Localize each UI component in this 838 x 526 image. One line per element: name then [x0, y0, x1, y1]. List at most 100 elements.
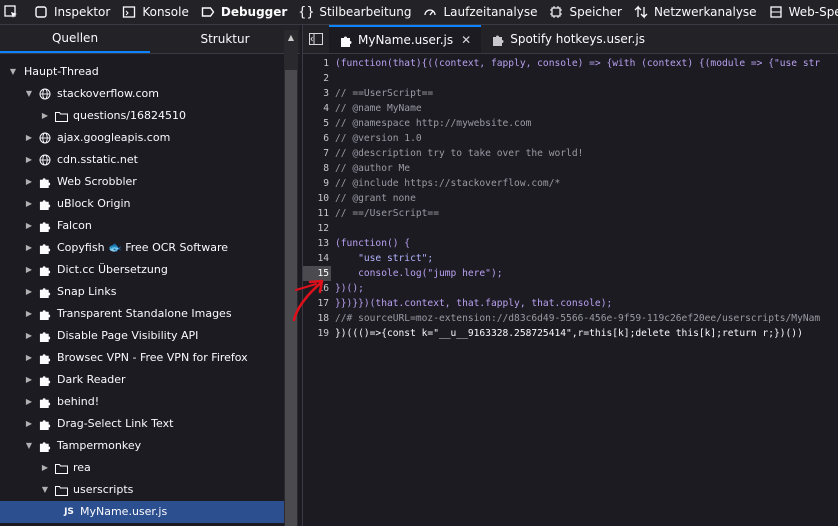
expanded-arrow-icon[interactable]: ▼	[8, 61, 18, 83]
tree-item[interactable]: JS MyName.user.js	[0, 501, 284, 523]
code-line[interactable]: 7 // @description try to take over the wo…	[303, 146, 838, 161]
code-line[interactable]: 14 "use strict";	[303, 251, 838, 266]
code-line[interactable]: 4 // @name MyName	[303, 101, 838, 116]
element-picker-icon[interactable]	[4, 0, 18, 24]
editor-tab-myname[interactable]: MyName.user.js ✕	[329, 25, 482, 53]
tree-scrollbar[interactable]: ▲	[284, 30, 298, 526]
code-lines[interactable]: 1 (function(that){((context, fapply, cons…	[303, 56, 838, 526]
tree-item[interactable]: ▼ Haupt-Thread	[0, 61, 284, 83]
collapsed-arrow-icon[interactable]: ▶	[24, 303, 34, 325]
code-line[interactable]: 19})((()=>{const k="__u__9163328.2587254…	[303, 326, 838, 341]
tab-konsole[interactable]: Konsole	[116, 0, 195, 24]
collapsed-arrow-icon[interactable]: ▶	[24, 215, 34, 237]
tree-item[interactable]: ▶ Falcon	[0, 215, 284, 237]
code-line[interactable]: 8 // @author Me	[303, 161, 838, 176]
close-icon[interactable]: ✕	[461, 33, 471, 47]
collapsed-arrow-icon[interactable]: ▶	[24, 413, 34, 435]
tree-item[interactable]: ▼ userscripts	[0, 479, 284, 501]
tab-inspektor[interactable]: Inspektor	[28, 0, 116, 24]
scrollbar-thumb[interactable]	[285, 70, 297, 526]
tree-item[interactable]: ▶ behind!	[0, 391, 284, 413]
collapsed-arrow-icon[interactable]: ▶	[24, 325, 34, 347]
collapsed-arrow-icon[interactable]: ▶	[24, 259, 34, 281]
collapsed-arrow-icon[interactable]: ▶	[24, 149, 34, 171]
line-number[interactable]: 17	[303, 296, 331, 311]
collapsed-arrow-icon[interactable]: ▶	[40, 105, 50, 127]
tree-item[interactable]: ▼ Tampermonkey	[0, 435, 284, 457]
tree-item[interactable]: ▶ Transparent Standalone Images	[0, 303, 284, 325]
line-number[interactable]: 1	[303, 56, 331, 71]
tree-item[interactable]: ▼ stackoverflow.com	[0, 83, 284, 105]
editor-tab-label: Spotify hotkeys.user.js	[510, 32, 645, 46]
code-line[interactable]: 5 // @namespace http://mywebsite.com	[303, 116, 838, 131]
line-number[interactable]: 18	[303, 311, 331, 326]
tab-laufzeitanalyse[interactable]: Laufzeitanalyse	[417, 0, 543, 24]
code-line[interactable]: 11 // ==/UserScript==	[303, 206, 838, 221]
tab-debugger[interactable]: Debugger	[195, 0, 293, 24]
tree-item[interactable]: ▶ rea	[0, 457, 284, 479]
code-line[interactable]: 16})();	[303, 281, 838, 296]
line-number[interactable]: 19	[303, 326, 331, 341]
line-number[interactable]: 10	[303, 191, 331, 206]
collapsed-arrow-icon[interactable]: ▶	[24, 369, 34, 391]
tree-item[interactable]: ▶ uBlock Origin	[0, 193, 284, 215]
code-line[interactable]: 3 // ==UserScript==	[303, 86, 838, 101]
tree-item[interactable]: ▶ Dark Reader	[0, 369, 284, 391]
tree-item[interactable]: ▶ Web Scrobbler	[0, 171, 284, 193]
expanded-arrow-icon[interactable]: ▼	[24, 435, 34, 457]
tab-web-speicher[interactable]: Web-Speicher	[763, 0, 838, 24]
collapsed-arrow-icon[interactable]: ▶	[24, 127, 34, 149]
tree-item[interactable]: ▶ Browsec VPN - Free VPN for Firefox	[0, 347, 284, 369]
tab-speicher[interactable]: Speicher	[543, 0, 627, 24]
line-number[interactable]: 6	[303, 131, 331, 146]
code-line[interactable]: 1 (function(that){((context, fapply, cons…	[303, 56, 838, 71]
line-number[interactable]: 8	[303, 161, 331, 176]
line-number[interactable]: 16	[303, 281, 331, 296]
code-line[interactable]: 9 // @include https://stackoverflow.com/*	[303, 176, 838, 191]
collapsed-arrow-icon[interactable]: ▶	[24, 237, 34, 259]
expanded-arrow-icon[interactable]: ▼	[24, 83, 34, 105]
code-line[interactable]: 17}})}})(that.context, that.fapply, that…	[303, 296, 838, 311]
line-number[interactable]: 11	[303, 206, 331, 221]
line-number[interactable]: 5	[303, 116, 331, 131]
collapsed-arrow-icon[interactable]: ▶	[24, 347, 34, 369]
line-number[interactable]: 12	[303, 221, 331, 236]
tree-item[interactable]: ▶ ajax.googleapis.com	[0, 127, 284, 149]
collapsed-arrow-icon[interactable]: ▶	[24, 193, 34, 215]
tree-item[interactable]: ▶ cdn.sstatic.net	[0, 149, 284, 171]
line-number[interactable]: 15	[303, 266, 331, 281]
line-number[interactable]: 3	[303, 86, 331, 101]
scroll-up-icon[interactable]: ▲	[284, 30, 298, 44]
tab-quellen[interactable]: Quellen	[0, 25, 150, 53]
tree-item[interactable]: ▶ Copyfish 🐟 Free OCR Software	[0, 237, 284, 259]
toggle-sidebar-icon[interactable]	[303, 25, 329, 53]
collapsed-arrow-icon[interactable]: ▶	[40, 457, 50, 479]
code-line[interactable]: 12	[303, 221, 838, 236]
tree-item[interactable]: ▶ questions/16824510	[0, 105, 284, 127]
tree-item[interactable]: ▶ Snap Links	[0, 281, 284, 303]
line-number[interactable]: 4	[303, 101, 331, 116]
tab-struktur[interactable]: Struktur	[150, 25, 300, 53]
tree-item[interactable]: ▶ Drag-Select Link Text	[0, 413, 284, 435]
code-line[interactable]: 6 // @version 1.0	[303, 131, 838, 146]
line-number[interactable]: 9	[303, 176, 331, 191]
line-number[interactable]: 2	[303, 71, 331, 86]
tab-stilbearbeitung[interactable]: {} Stilbearbeitung	[293, 0, 417, 24]
code-line[interactable]: 2	[303, 71, 838, 86]
collapsed-arrow-icon[interactable]: ▶	[24, 391, 34, 413]
editor-tab-spotify[interactable]: Spotify hotkeys.user.js	[481, 25, 655, 53]
tree-item[interactable]: ▶ Dict.cc Übersetzung	[0, 259, 284, 281]
code-line[interactable]: 10 // @grant none	[303, 191, 838, 206]
code-line[interactable]: 18 //# sourceURL=moz-extension://d83c6d49…	[303, 311, 838, 326]
line-number[interactable]: 14	[303, 251, 331, 266]
line-number[interactable]: 13	[303, 236, 331, 251]
tab-netzwerkanalyse[interactable]: Netzwerkanalyse	[628, 0, 763, 24]
code-line-breakpoint[interactable]: 15 console.log("jump here");	[303, 266, 838, 281]
code-line[interactable]: 13 (function() {	[303, 236, 838, 251]
collapsed-arrow-icon[interactable]: ▶	[24, 171, 34, 193]
line-number[interactable]: 7	[303, 146, 331, 161]
tab-label: Inspektor	[54, 5, 111, 19]
expanded-arrow-icon[interactable]: ▼	[40, 479, 50, 501]
tree-item[interactable]: ▶ Disable Page Visibility API	[0, 325, 284, 347]
collapsed-arrow-icon[interactable]: ▶	[24, 281, 34, 303]
